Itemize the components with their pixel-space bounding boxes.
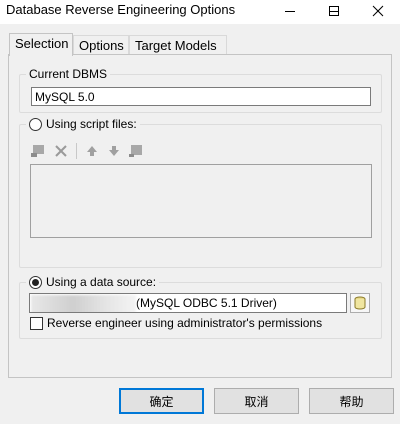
script-files-list[interactable] <box>30 164 372 238</box>
minimize-button-2[interactable] <box>268 0 312 22</box>
delete-icon[interactable] <box>52 143 70 159</box>
add-file-icon[interactable] <box>30 143 48 159</box>
radio-selected-dot <box>32 278 39 286</box>
database-icon <box>354 296 366 310</box>
script-files-radio[interactable] <box>29 117 42 131</box>
current-dbms-label: Current DBMS <box>29 67 108 81</box>
data-source-field[interactable]: (MySQL ODBC 5.1 Driver) <box>29 293 347 313</box>
cancel-button-label: 取消 <box>244 394 269 409</box>
admin-permissions-label: Reverse engineer using administrator's p… <box>47 316 323 330</box>
move-up-icon[interactable] <box>83 143 101 159</box>
ok-button-label: 确定 <box>149 394 174 409</box>
help-button[interactable]: 帮助 <box>309 388 394 414</box>
admin-permissions-checkbox[interactable] <box>30 316 43 330</box>
tab-panel-selection: Current DBMS MySQL 5.0 Using script file… <box>8 54 392 378</box>
close-button[interactable] <box>356 0 400 22</box>
current-dbms-group: Current DBMS MySQL 5.0 <box>19 67 382 113</box>
data-source-value: (MySQL ODBC 5.1 Driver) <box>136 296 277 310</box>
tab-target-models[interactable]: Target Models <box>129 35 227 55</box>
window-title: Database Reverse Engineering Options <box>6 2 236 17</box>
data-source-group: Using a data source: (MySQL ODBC 5.1 Dri… <box>19 275 382 339</box>
move-down-icon[interactable] <box>105 143 123 159</box>
maximize-icon <box>329 6 339 16</box>
tab-options-label: Options <box>79 38 124 53</box>
minimize-icon <box>285 11 295 12</box>
script-files-toolbar <box>30 142 145 160</box>
browse-data-source-button[interactable] <box>350 293 370 313</box>
tab-options[interactable]: Options <box>73 35 129 55</box>
tab-selection[interactable]: Selection <box>9 33 73 56</box>
admin-permissions-row[interactable]: Reverse engineer using administrator's p… <box>30 316 322 330</box>
data-source-legend: Using a data source: <box>26 275 160 289</box>
help-button-label: 帮助 <box>339 394 364 409</box>
ok-button[interactable]: 确定 <box>119 388 204 414</box>
tab-selection-label: Selection <box>15 36 69 51</box>
redacted-data-source-name <box>31 295 136 312</box>
add-folder-icon[interactable] <box>127 143 145 159</box>
current-dbms-legend: Current DBMS <box>26 67 111 81</box>
script-files-label: Using script files: <box>46 117 137 131</box>
script-files-group: Using script files: <box>19 117 382 268</box>
current-dbms-field[interactable]: MySQL 5.0 <box>31 87 371 106</box>
close-icon <box>372 5 384 17</box>
tab-target-models-label: Target Models <box>135 38 217 53</box>
data-source-radio[interactable] <box>29 275 42 289</box>
script-files-legend: Using script files: <box>26 117 140 131</box>
maximize-button[interactable] <box>312 0 356 22</box>
cancel-button[interactable]: 取消 <box>214 388 299 414</box>
data-source-label: Using a data source: <box>46 275 157 289</box>
toolbar-separator <box>76 143 77 159</box>
